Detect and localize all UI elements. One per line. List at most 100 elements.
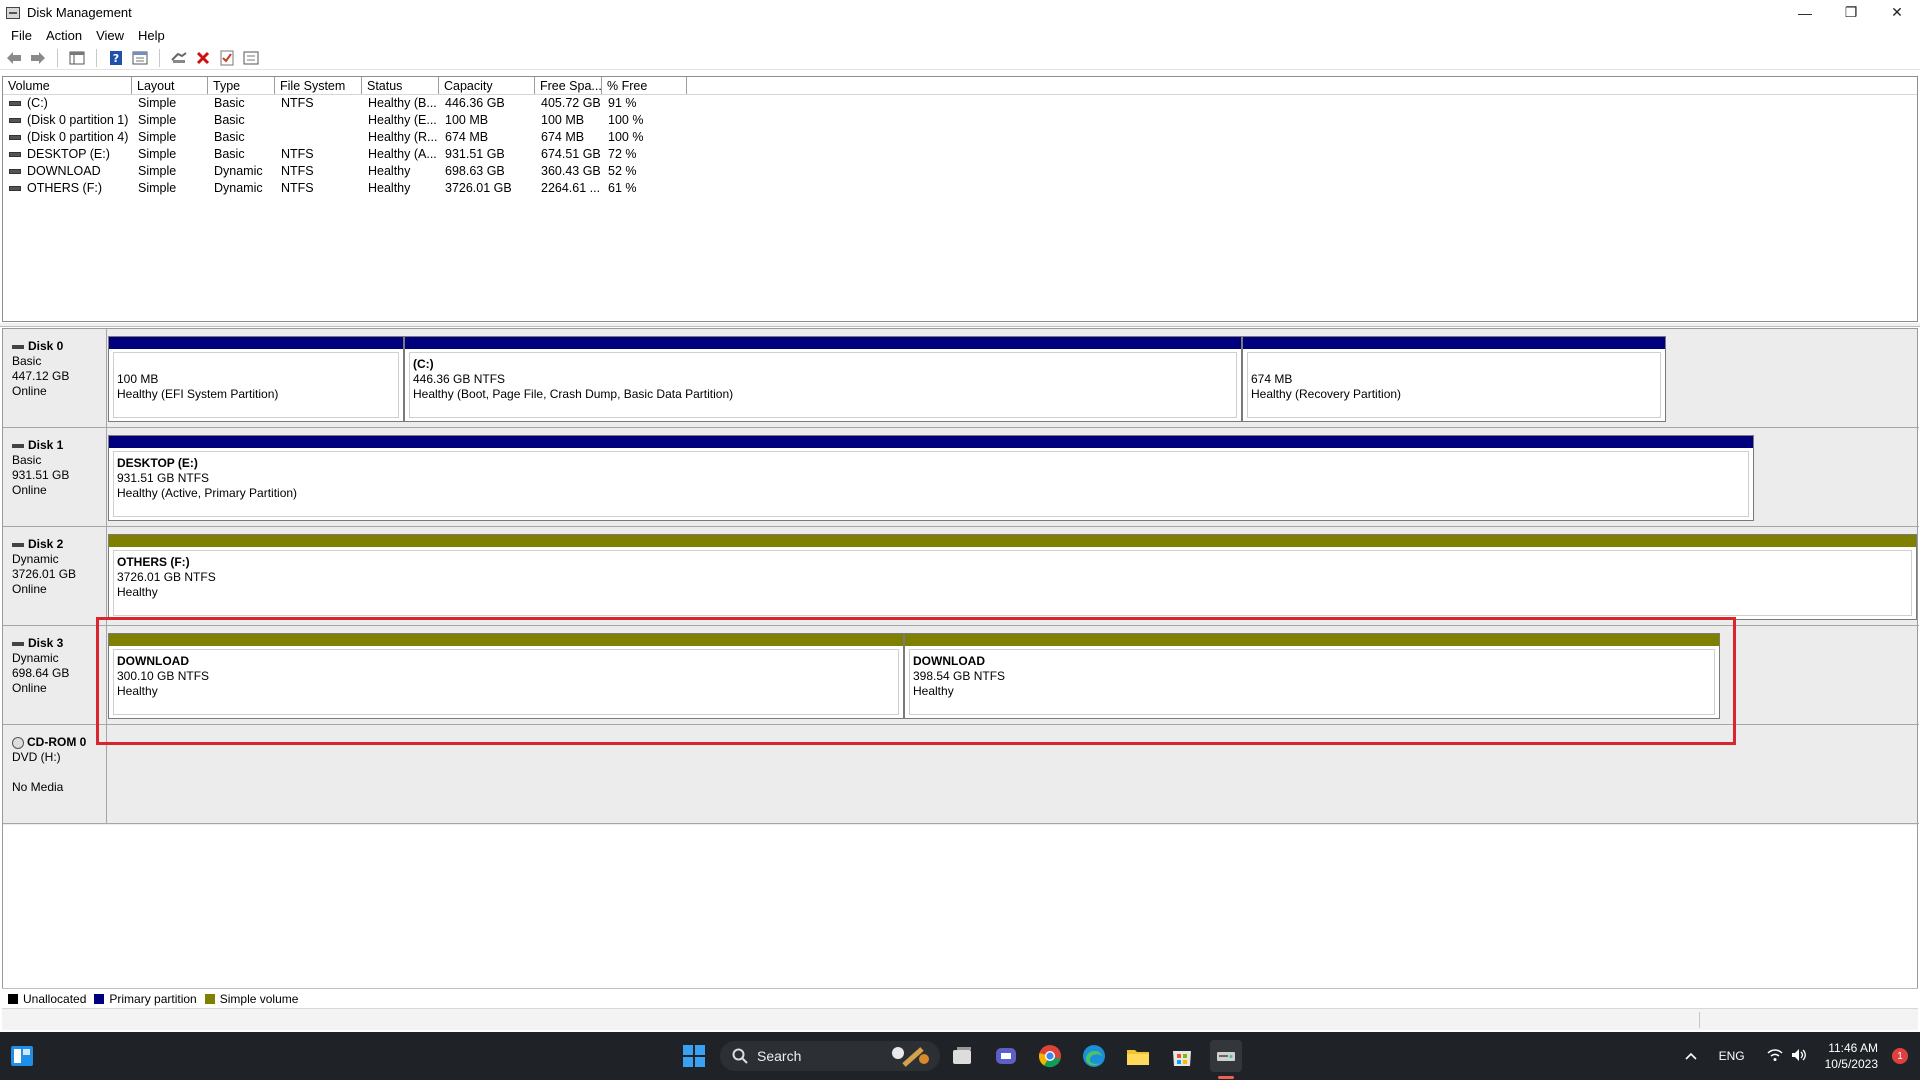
language-indicator[interactable]: ENG — [1719, 1049, 1745, 1063]
taskbar-search[interactable]: Search — [720, 1041, 940, 1071]
menu-view[interactable]: View — [89, 28, 131, 43]
show-hidden-icons-icon[interactable] — [1685, 1049, 1697, 1063]
help-icon[interactable]: ? — [106, 48, 126, 68]
menu-file[interactable]: File — [4, 28, 39, 43]
partition-block[interactable]: DESKTOP (E:) 931.51 GB NTFS Healthy (Act… — [108, 435, 1754, 521]
microsoft-store-icon[interactable] — [1166, 1040, 1198, 1072]
column-header-file-system[interactable]: File System — [275, 77, 362, 94]
column-header-type[interactable]: Type — [208, 77, 275, 94]
status-bar — [2, 1008, 1918, 1030]
clock-date: 10/5/2023 — [1824, 1057, 1878, 1071]
volume-list-header: Volume Layout Type File System Status Ca… — [3, 77, 1917, 95]
edge-icon[interactable] — [1078, 1040, 1110, 1072]
cd-rom-icon — [12, 736, 24, 749]
volume-cell: (C:) — [3, 95, 132, 112]
file-system-cell: NTFS — [281, 147, 314, 161]
partition-health: Healthy (Boot, Page File, Crash Dump, Ba… — [413, 387, 734, 401]
back-arrow-icon[interactable] — [4, 48, 24, 68]
forward-arrow-icon[interactable] — [28, 48, 48, 68]
start-icon[interactable] — [678, 1040, 710, 1072]
menu-help[interactable]: Help — [131, 28, 172, 43]
disk-type: Basic — [12, 354, 42, 368]
partition-block[interactable]: 100 MB Healthy (EFI System Partition) — [108, 336, 404, 422]
connect-icon[interactable] — [169, 48, 189, 68]
disk-icon — [12, 345, 24, 349]
partition-name: DOWNLOAD — [913, 654, 985, 668]
disk-row-cd-rom-0: CD-ROM 0 DVD (H:) No Media — [3, 725, 1919, 824]
status-cell: Healthy (A... — [368, 147, 437, 161]
settings-icon[interactable] — [241, 48, 261, 68]
status-cell: Healthy (E... — [368, 113, 437, 127]
volume-list-icon[interactable] — [67, 48, 87, 68]
disk-label[interactable]: Disk 0 Basic 447.12 GB Online — [3, 329, 107, 427]
volume-row[interactable]: (C:) Simple Basic NTFS Healthy (B... 446… — [3, 95, 1917, 112]
disk-status: No Media — [12, 780, 64, 794]
file-system-cell — [275, 112, 362, 129]
partition-health: Healthy (Active, Primary Partition) — [117, 486, 298, 500]
volume-cell: (Disk 0 partition 1) — [3, 112, 132, 129]
free-space-cell: 100 MB — [541, 113, 585, 127]
volume-row[interactable]: DESKTOP (E:) Simple Basic NTFS Healthy (… — [3, 146, 1917, 163]
file-explorer-icon[interactable] — [1122, 1040, 1154, 1072]
search-icon — [732, 1048, 748, 1064]
close-button[interactable]: ✕ — [1874, 0, 1920, 25]
partition-block[interactable]: OTHERS (F:) 3726.01 GB NTFS Healthy — [108, 534, 1917, 620]
disk-management-taskbar-icon[interactable] — [1210, 1040, 1242, 1072]
active-app-indicator — [1218, 1076, 1234, 1079]
disk-type: Dynamic — [12, 552, 59, 566]
partition-block[interactable]: DOWNLOAD 398.54 GB NTFS Healthy — [904, 633, 1720, 719]
restore-button[interactable]: ❐ — [1828, 0, 1874, 25]
legend-swatch — [204, 993, 215, 1004]
disk-label[interactable]: Disk 2 Dynamic 3726.01 GB Online — [3, 527, 107, 625]
properties-icon[interactable] — [130, 48, 150, 68]
partition-block[interactable]: (C:) 446.36 GB NTFS Healthy (Boot, Page … — [404, 336, 1242, 422]
menu-action[interactable]: Action — [39, 28, 89, 43]
disk-status: Online — [12, 582, 47, 596]
legend-label: Simple volume — [219, 991, 299, 1006]
column-header-layout[interactable]: Layout — [132, 77, 208, 94]
column-header-percent-free[interactable]: % Free — [602, 77, 687, 94]
column-header-free-space[interactable]: Free Spa... — [535, 77, 602, 94]
disk-size: 447.12 GB — [12, 369, 70, 383]
disk-size: 931.51 GB — [12, 468, 70, 482]
volume-icon[interactable] — [1791, 1048, 1807, 1065]
partition-health: Healthy (Recovery Partition) — [1251, 387, 1402, 401]
volume-icon — [9, 169, 21, 174]
free-space-cell: 674.51 GB — [541, 147, 601, 161]
notification-badge[interactable]: 1 — [1892, 1048, 1908, 1064]
legend-item-unallocated: Unallocated — [8, 992, 86, 1006]
volume-row[interactable]: (Disk 0 partition 4) Simple Basic Health… — [3, 129, 1917, 146]
legend-item-primary-partition: Primary partition — [94, 992, 197, 1006]
volume-row[interactable]: OTHERS (F:) Simple Dynamic NTFS Healthy … — [3, 180, 1917, 197]
clock[interactable]: 11:46 AM 10/5/2023 — [1825, 1040, 1878, 1072]
disk-label[interactable]: Disk 1 Basic 931.51 GB Online — [3, 428, 107, 526]
pane-splitter[interactable] — [0, 323, 1920, 327]
layout-cell: Simple — [138, 130, 177, 144]
windows-widgets-icon[interactable] — [6, 1040, 38, 1072]
column-header-status[interactable]: Status — [362, 77, 439, 94]
disk-status: Online — [12, 384, 47, 398]
system-tray: ENG 11:46 AM 10/5/2023 1 — [1685, 1032, 1920, 1080]
chrome-icon[interactable] — [1034, 1040, 1066, 1072]
minimize-button[interactable]: — — [1782, 0, 1828, 25]
layout-cell: Simple — [138, 181, 177, 195]
partition-name: (C:) — [413, 357, 434, 371]
column-header-capacity[interactable]: Capacity — [439, 77, 535, 94]
partition-block[interactable]: 674 MB Healthy (Recovery Partition) — [1242, 336, 1666, 422]
partition-type-bar — [109, 436, 1753, 448]
wifi-icon[interactable] — [1767, 1048, 1783, 1065]
disk-label[interactable]: Disk 3 Dynamic 698.64 GB Online — [3, 626, 107, 724]
column-header-volume[interactable]: Volume — [3, 77, 132, 94]
task-view-icon[interactable] — [946, 1040, 978, 1072]
volume-row[interactable]: (Disk 0 partition 1) Simple Basic Health… — [3, 112, 1917, 129]
partition-block[interactable]: DOWNLOAD 300.10 GB NTFS Healthy — [108, 633, 904, 719]
delete-icon[interactable] — [193, 48, 213, 68]
volume-row[interactable]: DOWNLOAD Simple Dynamic NTFS Healthy 698… — [3, 163, 1917, 180]
disk-label[interactable]: CD-ROM 0 DVD (H:) No Media — [3, 725, 107, 823]
teams-chat-icon[interactable] — [990, 1040, 1022, 1072]
volume-name: DOWNLOAD — [27, 164, 101, 178]
volume-cell: OTHERS (F:) — [3, 180, 132, 197]
percent-free-cell: 72 % — [608, 147, 637, 161]
legend-swatch — [94, 993, 105, 1004]
check-icon[interactable] — [217, 48, 237, 68]
